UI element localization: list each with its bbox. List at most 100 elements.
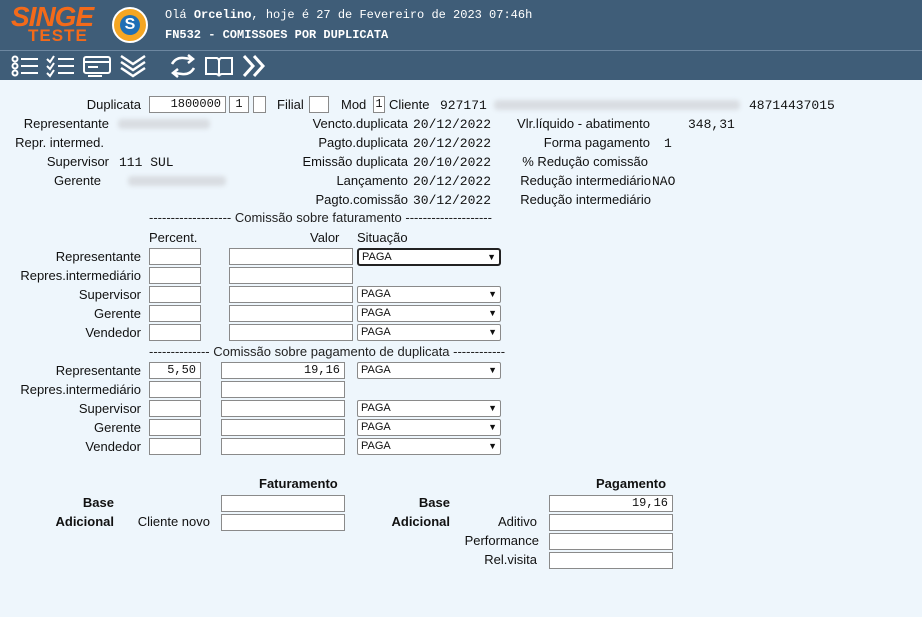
pag-percent-input[interactable]	[149, 381, 201, 398]
col-situacao-header: Situação	[357, 230, 408, 245]
pag-situacao-select[interactable]: PAGA ▼	[357, 438, 501, 455]
cliente-novo-label: Cliente novo	[137, 514, 210, 529]
duplicata-seq-input[interactable]: 1	[229, 96, 249, 113]
emissao-value: 20/10/2022	[413, 155, 492, 170]
fat-row-label: Representante	[55, 249, 141, 264]
chevrons-right-icon[interactable]	[240, 54, 270, 78]
pag-row-label: Repres.intermediário	[20, 382, 141, 397]
emissao-label: Emissão duplicata	[302, 154, 409, 169]
gerente-name-redacted	[128, 176, 226, 186]
faturamento-section-title: ------------------- Comissão sobre fatur…	[149, 210, 492, 225]
fat-row-label: Supervisor	[78, 287, 141, 302]
chevron-down-icon: ▼	[488, 422, 497, 432]
vencto-label: Vencto.duplicata	[312, 116, 408, 131]
reducao-intermediario-2-label: Redução intermediário	[520, 192, 651, 207]
vlr-liquido-value: 348,31	[688, 117, 735, 132]
pag-valor-input[interactable]	[221, 419, 345, 436]
fat-valor-input[interactable]	[229, 324, 353, 341]
pag-percent-input[interactable]	[149, 438, 201, 455]
faturamento-title: Faturamento	[259, 476, 338, 491]
duplicata-input[interactable]: 1800000	[149, 96, 226, 113]
brand-logo-icon: S	[112, 7, 148, 43]
pag-percent-input[interactable]: 5,50	[149, 362, 201, 379]
vlr-liquido-label: Vlr.líquido - abatimento	[517, 116, 650, 131]
refresh-icon[interactable]	[168, 54, 198, 78]
fat-row-label: Vendedor	[85, 325, 141, 340]
fat-base-input[interactable]	[221, 495, 345, 512]
fat-situacao-select[interactable]: PAGA ▼	[357, 324, 501, 341]
lancamento-value: 20/12/2022	[413, 174, 492, 189]
card-icon[interactable]	[82, 54, 112, 78]
reducao-comissao-label: % Redução comissão	[522, 154, 648, 169]
user-name: Orcelino	[193, 8, 252, 22]
pag-row-label: Representante	[55, 363, 141, 378]
cliente-label: Cliente	[389, 97, 430, 112]
fat-situacao-value: PAGA	[361, 326, 391, 338]
pagamento-title: Pagamento	[596, 476, 667, 491]
pag-situacao-value: PAGA	[361, 440, 391, 452]
fat-percent-input[interactable]	[149, 305, 201, 322]
rel-visita-input[interactable]	[549, 552, 673, 569]
fat-situacao-value: PAGA	[362, 251, 392, 263]
fat-valor-input[interactable]	[229, 267, 353, 284]
fat-situacao-value: PAGA	[361, 307, 391, 319]
pag-valor-input[interactable]	[221, 381, 345, 398]
pag-row-label: Vendedor	[85, 439, 141, 454]
logo-environment-label: TESTE	[28, 26, 88, 45]
fat-row-label: Gerente	[94, 306, 141, 321]
rel-visita-label: Rel.visita	[484, 552, 537, 567]
fat-situacao-select[interactable]: PAGA ▼	[357, 248, 501, 266]
pagto-comissao-value: 30/12/2022	[413, 193, 492, 208]
brand-logo-mark: S	[120, 15, 140, 35]
pag-base-input[interactable]: 19,16	[549, 495, 673, 512]
pag-adicional-label: Adicional	[391, 514, 450, 529]
cliente-document: 48714437015	[749, 98, 835, 113]
fat-valor-input[interactable]	[229, 248, 353, 265]
list-icon[interactable]	[10, 54, 40, 78]
aditivo-label: Aditivo	[497, 514, 537, 529]
pag-valor-input[interactable]	[221, 438, 345, 455]
fat-adicional-label: Adicional	[55, 514, 114, 529]
chevron-down-icon: ▼	[488, 441, 497, 451]
duplicata-extra-input[interactable]	[253, 96, 266, 113]
pag-percent-input[interactable]	[149, 400, 201, 417]
chevrons-down-icon[interactable]	[118, 54, 148, 78]
pag-situacao-value: PAGA	[361, 421, 391, 433]
performance-input[interactable]	[549, 533, 673, 550]
checklist-icon[interactable]	[46, 54, 76, 78]
pag-situacao-select[interactable]: PAGA ▼	[357, 400, 501, 417]
fat-percent-input[interactable]	[149, 286, 201, 303]
performance-label: Performance	[464, 533, 539, 548]
fat-valor-input[interactable]	[229, 305, 353, 322]
fat-situacao-select[interactable]: PAGA ▼	[357, 286, 501, 303]
pagto-duplicata-label: Pagto.duplicata	[318, 135, 408, 150]
book-icon[interactable]	[204, 54, 234, 78]
lancamento-label: Lançamento	[336, 173, 408, 188]
pagamento-section-title: -------------- Comissão sobre pagamento …	[149, 344, 506, 359]
pag-situacao-select[interactable]: PAGA ▼	[357, 419, 501, 436]
pag-percent-input[interactable]	[149, 419, 201, 436]
chevron-down-icon: ▼	[488, 327, 497, 337]
fat-percent-input[interactable]	[149, 248, 201, 265]
pag-situacao-select[interactable]: PAGA ▼	[357, 362, 501, 379]
fat-situacao-value: PAGA	[361, 288, 391, 300]
fat-percent-input[interactable]	[149, 324, 201, 341]
gerente-label: Gerente	[54, 173, 101, 188]
fat-situacao-select[interactable]: PAGA ▼	[357, 305, 501, 322]
filial-input[interactable]	[309, 96, 329, 113]
pag-valor-input[interactable]	[221, 400, 345, 417]
fat-base-label: Base	[82, 495, 114, 510]
cliente-novo-input[interactable]	[221, 514, 345, 531]
cliente-code: 927171	[440, 98, 487, 113]
mod-input[interactable]: 1	[373, 96, 385, 113]
greeting-date: , hoje é 27 de Fevereiro de 2023 07:46h	[251, 8, 533, 22]
aditivo-input[interactable]	[549, 514, 673, 531]
screen-title: FN532 - COMISSOES POR DUPLICATA	[165, 28, 389, 42]
supervisor-label: Supervisor	[46, 154, 109, 169]
fat-percent-input[interactable]	[149, 267, 201, 284]
pag-situacao-value: PAGA	[361, 402, 391, 414]
pag-valor-input[interactable]: 19,16	[221, 362, 345, 379]
vencto-value: 20/12/2022	[413, 117, 492, 132]
fat-valor-input[interactable]	[229, 286, 353, 303]
duplicata-label: Duplicata	[86, 97, 141, 112]
